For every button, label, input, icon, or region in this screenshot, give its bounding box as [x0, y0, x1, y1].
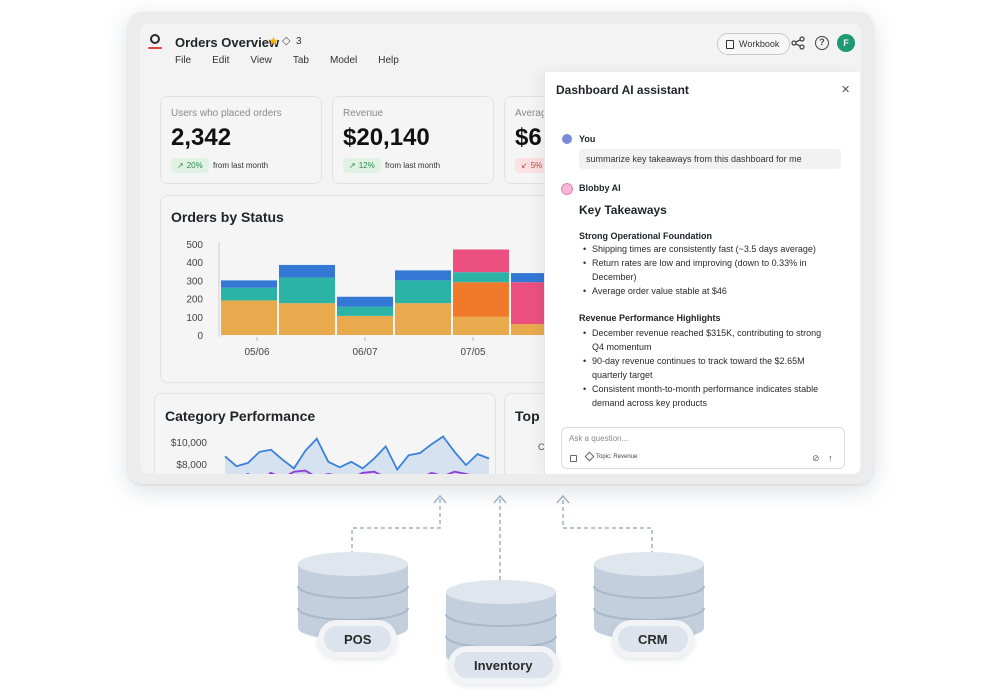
source-inventory-label: Inventory — [448, 646, 559, 684]
source-pos-label: POS — [318, 620, 398, 658]
source-crm-label: CRM — [612, 620, 694, 658]
connector-pos — [351, 498, 441, 555]
connector-crm — [562, 498, 653, 555]
